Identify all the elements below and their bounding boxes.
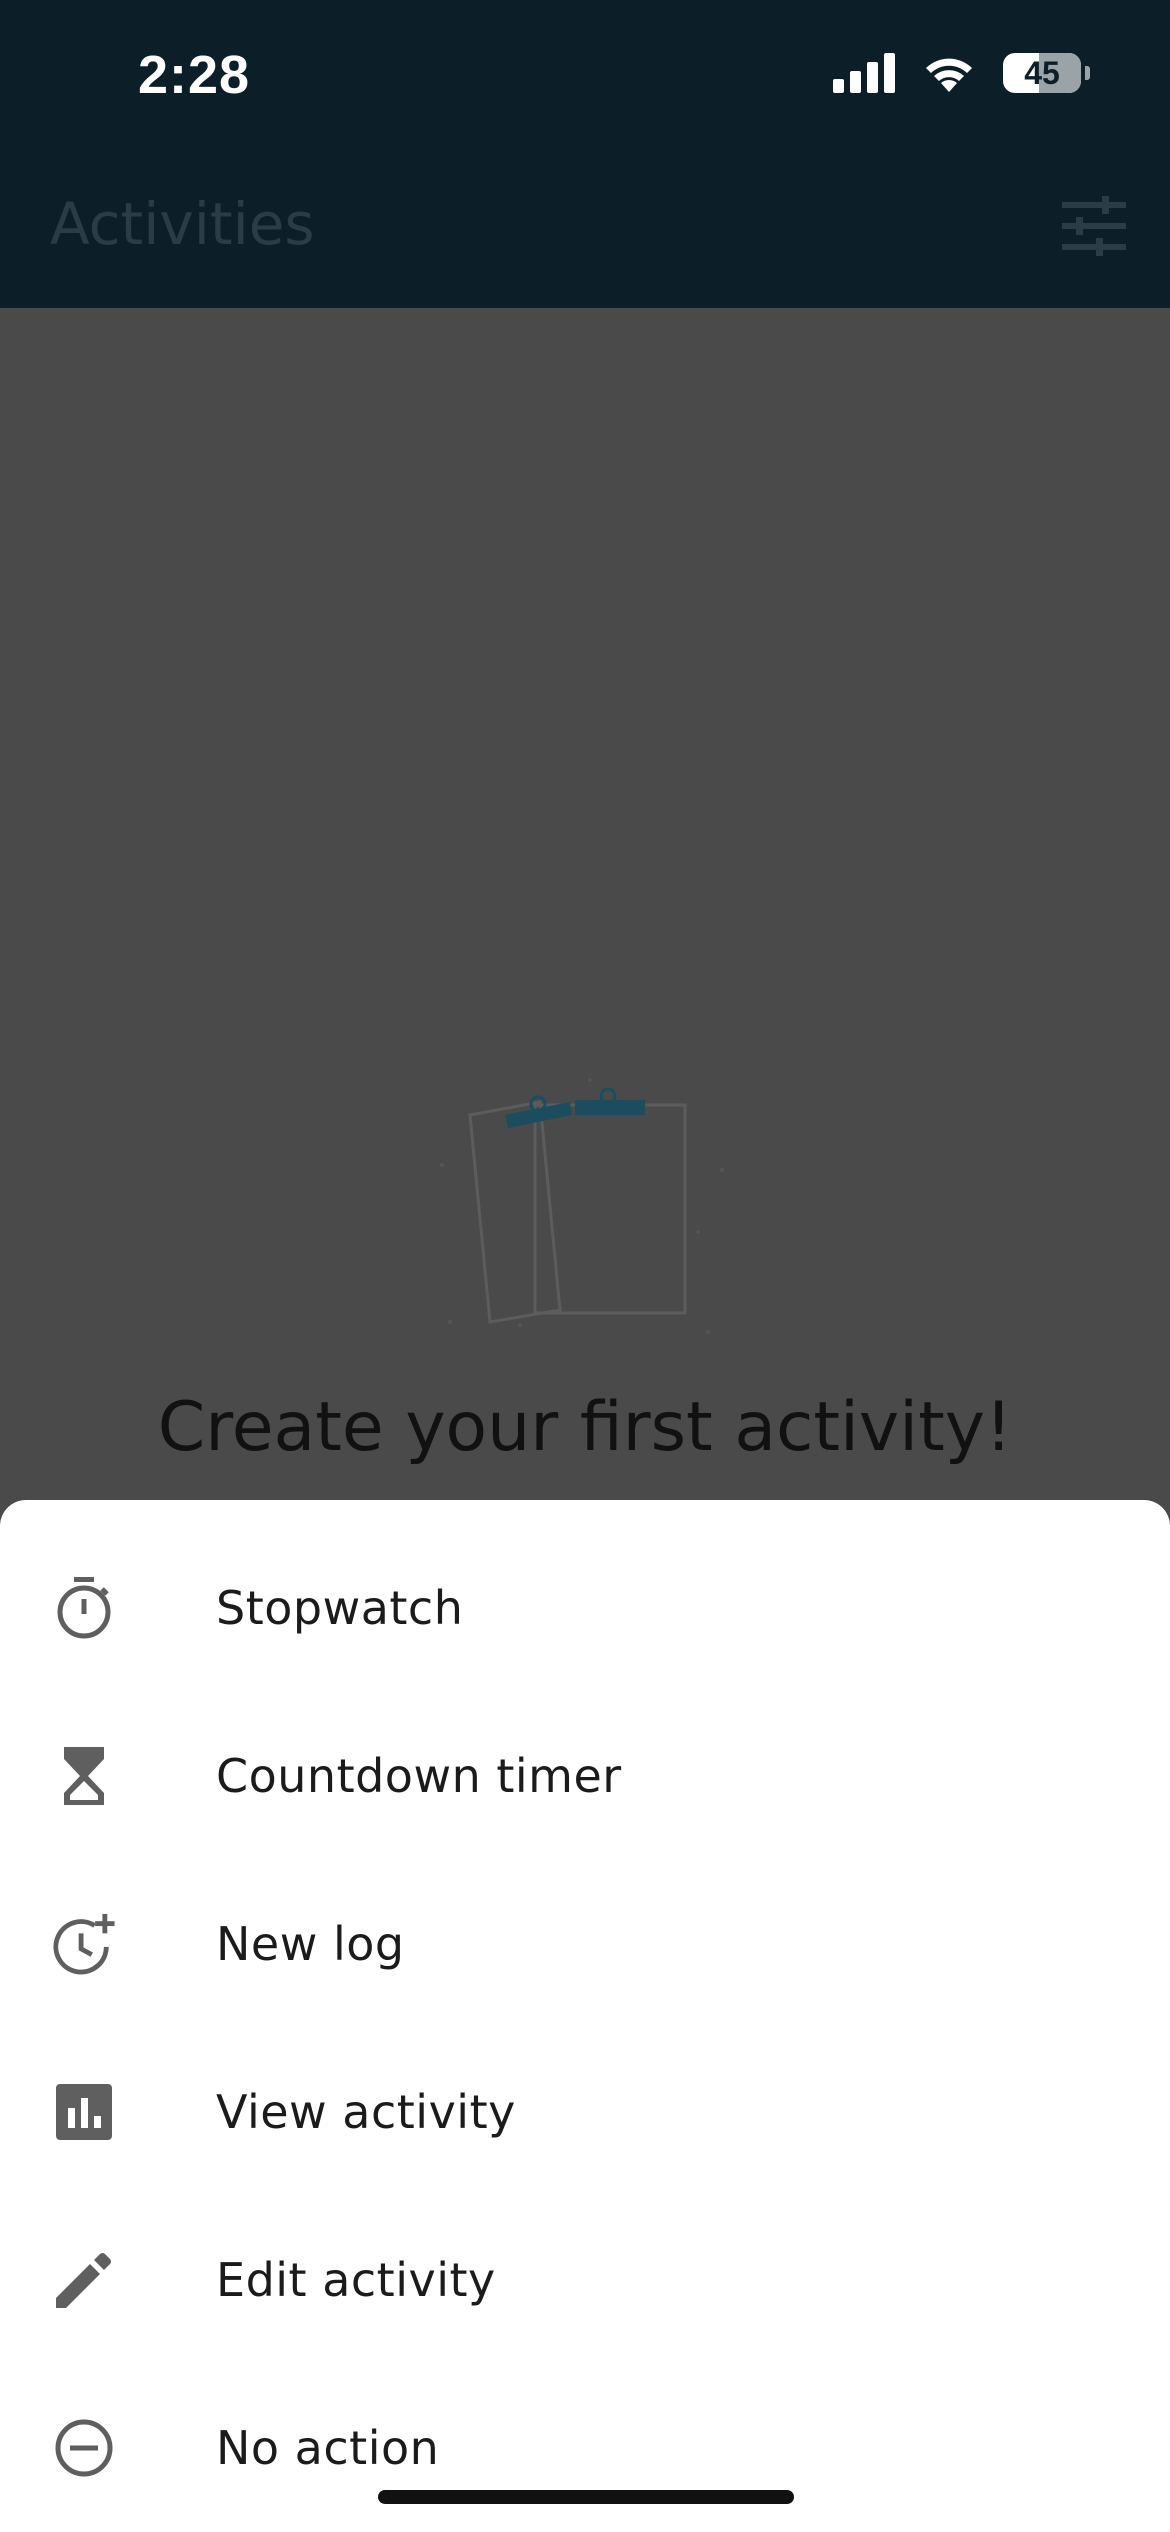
clipboards-illustration — [440, 1078, 724, 1334]
sheet-item-countdown-timer[interactable]: Countdown timer — [0, 1692, 1170, 1860]
empty-state-title: Create your first activity! — [157, 1388, 1013, 1467]
sheet-item-view-activity[interactable]: View activity — [0, 2028, 1170, 2196]
battery-level: 45 — [1024, 54, 1060, 91]
cellular-signal-icon — [833, 53, 895, 93]
sheet-item-label: View activity — [216, 2085, 516, 2139]
battery-icon: 45 — [1003, 53, 1081, 93]
app-header: 2:28 45 Activities — [0, 0, 1170, 308]
action-sheet: Stopwatch Countdown timer New log View a… — [0, 1500, 1170, 2532]
sheet-item-label: New log — [216, 1917, 405, 1971]
sheet-item-label: Stopwatch — [216, 1581, 464, 1635]
tune-icon[interactable] — [1062, 196, 1126, 256]
sheet-item-label: Edit activity — [216, 2253, 496, 2307]
bar-chart-icon — [52, 2080, 116, 2144]
sheet-item-stopwatch[interactable]: Stopwatch — [0, 1524, 1170, 1692]
page-title: Activities — [50, 190, 315, 258]
sheet-item-no-action[interactable]: No action — [0, 2364, 1170, 2532]
minus-circle-icon — [52, 2416, 116, 2480]
home-indicator[interactable] — [378, 2490, 794, 2504]
status-time: 2:28 — [138, 45, 251, 105]
clock-add-icon — [52, 1912, 116, 1976]
pencil-icon — [52, 2248, 116, 2312]
sheet-item-label: No action — [216, 2421, 440, 2475]
sheet-item-new-log[interactable]: New log — [0, 1860, 1170, 2028]
hourglass-icon — [52, 1744, 116, 1808]
app-screen: 2:28 45 Activities Create your first act… — [0, 0, 1170, 2532]
status-icons: 45 — [833, 52, 1090, 94]
sheet-item-label: Countdown timer — [216, 1749, 622, 1803]
stopwatch-icon — [52, 1576, 116, 1640]
wifi-icon — [926, 58, 972, 92]
sheet-item-edit-activity[interactable]: Edit activity — [0, 2196, 1170, 2364]
